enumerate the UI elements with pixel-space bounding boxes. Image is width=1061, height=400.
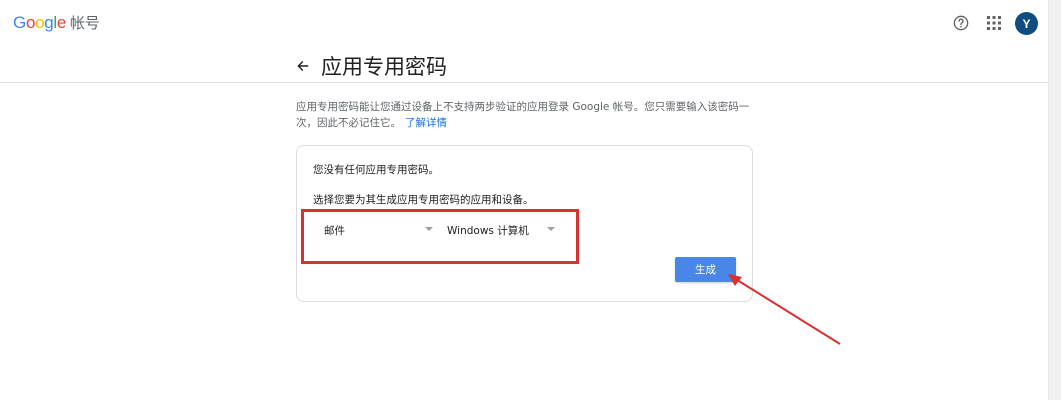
google-account-logo[interactable]: Google 帐号 [13, 12, 100, 33]
select-app-device-prompt: 选择您要为其生成应用专用密码的应用和设备。 [313, 194, 534, 206]
logo-letter: o [25, 13, 36, 32]
select-device-dropdown[interactable]: Windows 计算机 [447, 220, 555, 240]
app-passwords-page: Google 帐号 Y 应用专用密码 应用专用密码能让您通过设备上不支持两步验证… [0, 0, 1061, 400]
page-title-row: 应用专用密码 [295, 52, 447, 80]
logo-letter: o [35, 13, 45, 32]
page-description: 应用专用密码能让您通过设备上不支持两步验证的应用登录 Google 帐号。您只需… [296, 99, 758, 131]
page-scrollbar[interactable] [1048, 0, 1061, 400]
help-circle-icon [953, 15, 969, 31]
logo-letter: e [56, 13, 67, 32]
apps-grid-icon [987, 16, 1001, 30]
page-title: 应用专用密码 [321, 55, 447, 79]
account-avatar[interactable]: Y [1015, 12, 1038, 35]
product-name: 帐号 [70, 15, 100, 32]
learn-more-link[interactable]: 了解详情 [405, 117, 447, 129]
selected-app: 邮件 [324, 224, 345, 237]
help-button[interactable] [951, 13, 971, 33]
top-bar: Google 帐号 Y [0, 0, 1048, 83]
back-button[interactable] [295, 58, 311, 74]
google-apps-button[interactable] [984, 13, 1004, 33]
select-app-dropdown[interactable]: 邮件 [324, 220, 433, 240]
description-text: 应用专用密码能让您通过设备上不支持两步验证的应用登录 Google 帐号。您只需… [296, 101, 750, 129]
no-passwords-message: 您没有任何应用专用密码。 [313, 164, 439, 176]
selected-device: Windows 计算机 [447, 224, 529, 237]
generate-button[interactable]: 生成 [675, 257, 736, 282]
arrow-left-icon [297, 61, 309, 71]
logo-letter: g [44, 13, 54, 32]
logo-letter: G [13, 13, 26, 32]
dropdown-arrow-icon [547, 227, 555, 231]
dropdown-arrow-icon [425, 227, 433, 231]
